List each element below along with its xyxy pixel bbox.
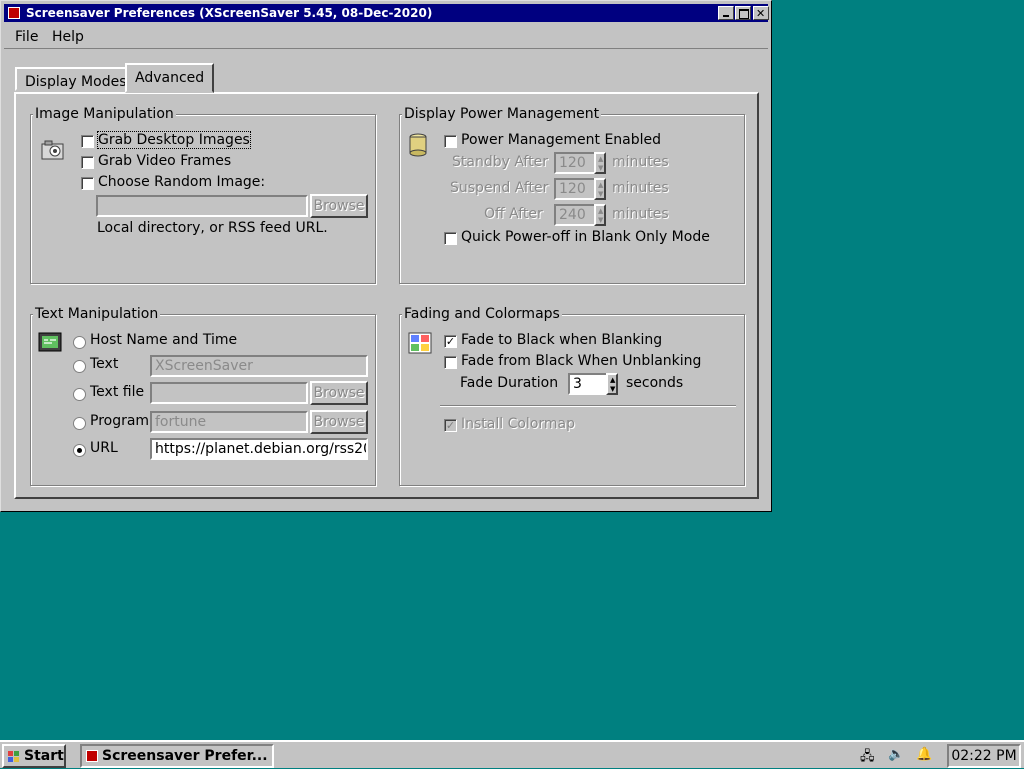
- choose-random-label[interactable]: Choose Random Image:: [98, 174, 265, 190]
- quick-off-checkbox[interactable]: [444, 232, 457, 245]
- image-path-input[interactable]: [96, 195, 308, 217]
- separator: [440, 405, 736, 407]
- standby-input[interactable]: 120: [554, 152, 596, 174]
- start-label: Start: [24, 748, 64, 764]
- standby-spinner[interactable]: [594, 152, 606, 174]
- power-enabled-checkbox[interactable]: [444, 135, 457, 148]
- choose-random-checkbox[interactable]: [81, 177, 94, 190]
- taskbar-window-label: Screensaver Prefer...: [102, 748, 268, 764]
- off-input[interactable]: 240: [554, 204, 596, 226]
- group-title: Text Manipulation: [33, 306, 161, 322]
- text-file-browse-button[interactable]: Browse: [310, 381, 368, 405]
- system-tray: 🖧 🔈 🔔: [856, 744, 946, 768]
- title-bar[interactable]: Screensaver Preferences (XScreenSaver 5.…: [4, 4, 769, 23]
- power-management-group: Display Power Management Power Managemen…: [399, 106, 745, 284]
- text-input[interactable]: XScreenSaver: [150, 355, 368, 377]
- radio-text[interactable]: [73, 360, 86, 373]
- suspend-spinner[interactable]: [594, 178, 606, 200]
- fade-to-black-checkbox[interactable]: ✓: [444, 335, 457, 348]
- power-enabled-label[interactable]: Power Management Enabled: [461, 132, 661, 148]
- text-file-label[interactable]: Text file: [90, 384, 144, 400]
- tab-advanced[interactable]: Advanced: [125, 63, 215, 93]
- fade-to-black-label[interactable]: Fade to Black when Blanking: [461, 332, 662, 348]
- monitor-icon: [38, 332, 62, 352]
- clock[interactable]: 02:22 PM: [947, 744, 1021, 768]
- radio-program[interactable]: [73, 417, 86, 430]
- image-manipulation-group: Image Manipulation Grab Desktop Images G…: [30, 106, 376, 284]
- camera-icon: [41, 140, 64, 160]
- power-icon: [409, 133, 427, 157]
- close-button[interactable]: [753, 5, 769, 23]
- standby-unit: minutes: [612, 154, 669, 170]
- fade-from-black-label[interactable]: Fade from Black When Unblanking: [461, 353, 701, 369]
- text-file-input[interactable]: [150, 382, 308, 404]
- group-title: Image Manipulation: [33, 106, 176, 122]
- fade-duration-unit: seconds: [626, 375, 684, 391]
- app-icon: [86, 750, 98, 762]
- taskbar-window-button[interactable]: Screensaver Prefer...: [80, 744, 274, 768]
- group-title: Fading and Colormaps: [402, 306, 562, 322]
- program-label[interactable]: Program: [90, 413, 149, 429]
- host-name-time-label[interactable]: Host Name and Time: [90, 332, 237, 348]
- maximize-button[interactable]: [735, 6, 751, 20]
- preferences-window: Screensaver Preferences (XScreenSaver 5.…: [0, 0, 772, 512]
- url-label[interactable]: URL: [90, 440, 118, 456]
- radio-url[interactable]: [73, 444, 86, 457]
- url-input[interactable]: https://planet.debian.org/rss20.xml: [150, 438, 368, 460]
- advanced-panel: Image Manipulation Grab Desktop Images G…: [14, 92, 759, 499]
- volume-icon[interactable]: 🔈: [888, 747, 904, 762]
- radio-host-name-time[interactable]: [73, 336, 86, 349]
- menu-file[interactable]: File: [15, 29, 38, 45]
- grab-video-checkbox[interactable]: [81, 156, 94, 169]
- install-colormap-checkbox[interactable]: ✓: [444, 419, 457, 432]
- colormap-icon: [408, 332, 432, 354]
- grab-video-label[interactable]: Grab Video Frames: [98, 153, 231, 169]
- taskbar: Start Screensaver Prefer... 🖧 🔈 🔔 02:22 …: [0, 740, 1024, 768]
- fade-duration-spinner[interactable]: [606, 373, 618, 395]
- fade-duration-input[interactable]: 3: [568, 373, 608, 395]
- grab-desktop-checkbox[interactable]: [81, 135, 94, 148]
- minimize-button[interactable]: [718, 6, 734, 20]
- fading-colormaps-group: Fading and Colormaps ✓ Fade to Black whe…: [399, 306, 745, 486]
- image-browse-button[interactable]: Browse: [310, 194, 368, 218]
- radio-text-file[interactable]: [73, 388, 86, 401]
- start-icon: [8, 751, 19, 762]
- grab-desktop-label[interactable]: Grab Desktop Images: [97, 131, 251, 149]
- suspend-input[interactable]: 120: [554, 178, 596, 200]
- network-icon[interactable]: 🖧: [860, 747, 875, 769]
- suspend-unit: minutes: [612, 180, 669, 196]
- start-button[interactable]: Start: [2, 744, 66, 768]
- program-input[interactable]: fortune: [150, 411, 308, 433]
- suspend-label: Suspend After: [450, 180, 549, 196]
- text-label[interactable]: Text: [90, 356, 118, 372]
- tab-display-modes[interactable]: Display Modes: [15, 67, 137, 91]
- standby-label: Standby After: [452, 154, 548, 170]
- install-colormap-label[interactable]: Install Colormap: [461, 416, 575, 432]
- off-spinner[interactable]: [594, 204, 606, 226]
- quick-off-label[interactable]: Quick Power-off in Blank Only Mode: [461, 229, 710, 245]
- off-unit: minutes: [612, 206, 669, 222]
- fade-from-black-checkbox[interactable]: [444, 356, 457, 369]
- window-title: Screensaver Preferences (XScreenSaver 5.…: [26, 6, 433, 20]
- text-manipulation-group: Text Manipulation Host Name and Time Tex…: [30, 306, 376, 486]
- menu-help[interactable]: Help: [52, 29, 84, 45]
- off-label: Off After: [484, 206, 543, 222]
- image-hint: Local directory, or RSS feed URL.: [97, 220, 328, 236]
- program-browse-button[interactable]: Browse: [310, 410, 368, 434]
- fade-duration-label: Fade Duration: [460, 375, 559, 391]
- app-icon: [8, 7, 20, 19]
- menu-bar: File Help: [4, 25, 768, 49]
- group-title: Display Power Management: [402, 106, 602, 122]
- notification-bell-icon[interactable]: 🔔: [916, 747, 932, 762]
